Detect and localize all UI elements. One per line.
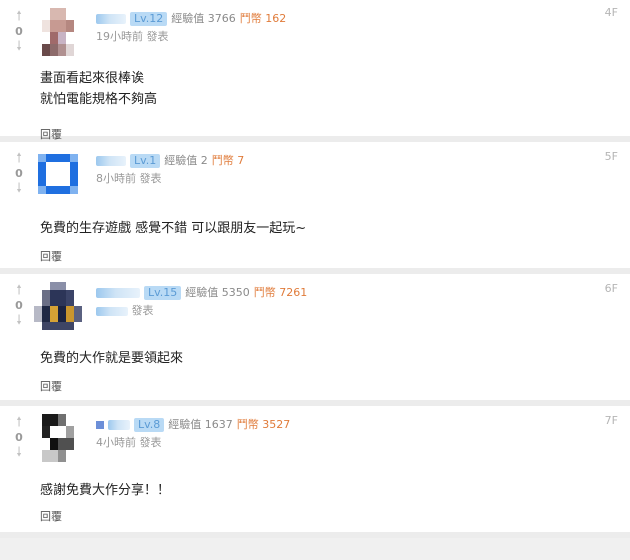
comment-body: 感謝免費大作分享！！ [40,480,170,501]
comment-item: 🠕 0 🠗 Lv.15 經驗值 5350 鬥幣 7261 發表 6F 免費的大作… [0,274,630,406]
username-blurred[interactable] [108,420,130,430]
post-time: 8小時前 發表 [96,172,162,185]
vote-control: 🠕 0 🠗 [9,10,29,54]
avatar[interactable] [34,8,82,56]
comment-line: 感謝免費大作分享！！ [40,483,171,498]
avatar[interactable] [34,150,82,198]
arrow-down-icon[interactable]: 🠗 [16,446,22,460]
gp-value: 鬥幣 7261 [253,286,308,299]
reply-button[interactable]: 回覆 [40,378,62,394]
vote-control: 🠕 0 🠗 [9,284,29,328]
comment-list: 🠕 0 🠗 Lv.12 經驗值 3766 鬥幣 162 19小時前 發表 4F … [0,0,630,538]
comment-line: 畫面看起來很棒诶 [40,71,145,86]
gp-value: 鬥幣 7 [211,154,245,167]
floor-number[interactable]: 7F [605,414,618,427]
reply-button[interactable]: 回覆 [40,508,62,524]
vote-score: 0 [15,25,23,38]
comment-meta: Lv.1 經驗值 2 鬥幣 7 8小時前 發表 [96,154,244,186]
post-time: 4小時前 發表 [96,436,162,449]
post-time-label: 發表 [131,304,154,317]
exp-value: 經驗值 1637 [168,418,233,431]
comment-line: 免費的生存遊戲 感覺不錯 可以跟朋友一起玩~ [40,221,307,236]
comment-body: 畫面看起來很棒诶 就怕電能規格不夠高 [40,68,157,110]
comment-line: 就怕電能規格不夠高 [40,92,158,107]
vote-control: 🠕 0 🠗 [9,152,29,196]
arrow-down-icon[interactable]: 🠗 [16,314,22,328]
exp-value: 經驗值 5350 [185,286,250,299]
exp-value: 經驗值 2 [164,154,208,167]
vote-control: 🠕 0 🠗 [9,416,29,460]
floor-number[interactable]: 6F [605,282,618,295]
arrow-up-icon[interactable]: 🠕 [16,152,22,166]
comment-meta: Lv.12 經驗值 3766 鬥幣 162 19小時前 發表 [96,12,286,44]
floor-number[interactable]: 5F [605,150,618,163]
comment-body: 免費的生存遊戲 感覺不錯 可以跟朋友一起玩~ [40,218,306,239]
username-blurred[interactable] [96,288,140,298]
gp-value: 鬥幣 162 [239,12,287,25]
reply-button[interactable]: 回覆 [40,248,62,264]
comment-meta: Lv.8 經驗值 1637 鬥幣 3527 4小時前 發表 [96,418,290,450]
reply-button[interactable]: 回覆 [40,126,62,142]
level-badge: Lv.1 [130,154,161,168]
avatar[interactable] [34,414,82,462]
floor-number[interactable]: 4F [605,6,618,19]
arrow-down-icon[interactable]: 🠗 [16,40,22,54]
exp-value: 經驗值 3766 [171,12,236,25]
arrow-down-icon[interactable]: 🠗 [16,182,22,196]
arrow-up-icon[interactable]: 🠕 [16,284,22,298]
post-time: 發表 [96,304,307,318]
gp-value: 鬥幣 3527 [236,418,291,431]
vote-score: 0 [15,167,23,180]
time-blurred [96,306,128,316]
comment-item: 🠕 0 🠗 Lv.12 經驗值 3766 鬥幣 162 19小時前 發表 4F … [0,0,630,142]
small-blue-square [96,421,104,429]
level-badge: Lv.15 [144,286,182,300]
comment-body: 免費的大作就是要領起來 [40,348,183,369]
level-badge: Lv.8 [134,418,165,432]
comment-item: 🠕 0 🠗 Lv.1 經驗值 2 鬥幣 7 8小時前 發表 5F 免費的生存遊戲… [0,142,630,274]
comment-meta: Lv.15 經驗值 5350 鬥幣 7261 發表 [96,286,307,318]
vote-score: 0 [15,431,23,444]
arrow-up-icon[interactable]: 🠕 [16,416,22,430]
post-time: 19小時前 發表 [96,30,169,43]
comment-line: 免費的大作就是要領起來 [40,351,184,366]
username-blurred[interactable] [96,156,126,166]
vote-score: 0 [15,299,23,312]
username-blurred[interactable] [96,14,126,24]
arrow-up-icon[interactable]: 🠕 [16,10,22,24]
comment-item: 🠕 0 🠗 Lv.8 經驗值 1637 鬥幣 3527 4小時前 發表 7F 感… [0,406,630,538]
level-badge: Lv.12 [130,12,168,26]
avatar[interactable] [34,282,82,330]
